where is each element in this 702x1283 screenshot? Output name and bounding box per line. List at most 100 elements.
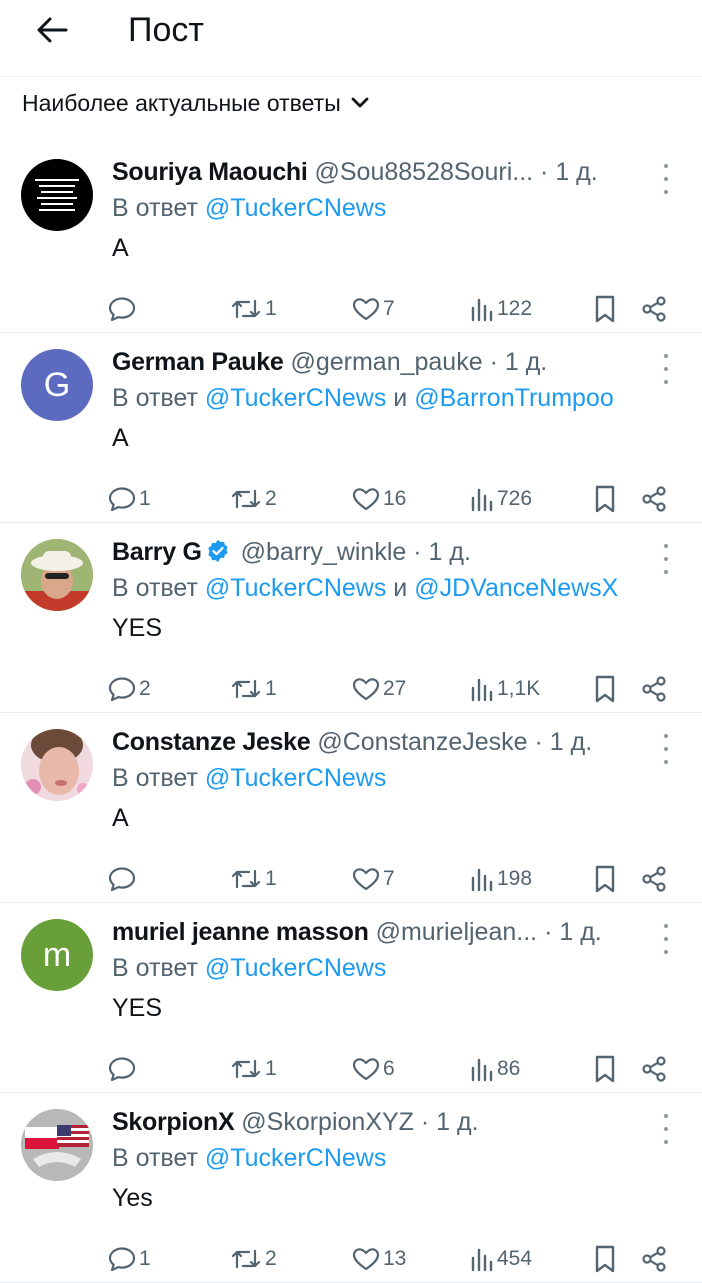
post-time[interactable]: 1 д. (429, 538, 471, 566)
share-button[interactable] (640, 1052, 668, 1086)
views-icon (470, 676, 494, 702)
views-button[interactable]: 1,1K (470, 672, 540, 706)
author-handle[interactable]: @Sou88528Souri... (315, 158, 534, 186)
avatar[interactable] (21, 1109, 93, 1181)
reply-post[interactable]: Constanze Jeske @ConstanzeJeske · 1 д. В… (0, 712, 702, 903)
post-time[interactable]: 1 д. (555, 158, 597, 186)
repost-button[interactable]: 1 (230, 672, 277, 706)
reply-post[interactable]: Barry G @barry_winkle · 1 д. В ответ @Tu… (0, 522, 702, 713)
bookmark-button[interactable] (594, 1242, 616, 1276)
views-icon (470, 1056, 494, 1082)
author-handle[interactable]: @SkorpionXYZ (241, 1108, 414, 1136)
views-button[interactable]: 86 (470, 1052, 520, 1086)
reply-post[interactable]: Souriya Maouchi @Sou88528Souri... · 1 д.… (0, 142, 702, 333)
like-button[interactable]: 13 (352, 1242, 406, 1276)
avatar[interactable] (21, 729, 93, 801)
like-button[interactable]: 27 (352, 672, 406, 706)
author-handle[interactable]: @ConstanzeJeske (317, 728, 527, 756)
views-button[interactable]: 198 (470, 862, 532, 896)
mention-link[interactable]: @TuckerCNews (205, 764, 386, 792)
bookmark-button[interactable] (594, 862, 616, 896)
mention-link[interactable]: @TuckerCNews (205, 384, 386, 412)
reply-count: 1 (139, 487, 151, 510)
reply-icon (108, 676, 136, 702)
share-button[interactable] (640, 292, 668, 326)
reply-count: 2 (139, 677, 151, 700)
share-icon (640, 485, 668, 513)
share-button[interactable] (640, 672, 668, 706)
more-options-icon[interactable] (656, 354, 676, 384)
repost-button[interactable]: 1 (230, 292, 277, 326)
mention-link[interactable]: @TuckerCNews (205, 1144, 386, 1172)
post-header: SkorpionX @SkorpionXYZ · 1 д. (112, 1105, 652, 1139)
reply-button[interactable] (108, 862, 139, 896)
back-button[interactable] (30, 8, 74, 52)
avatar[interactable]: G (21, 349, 93, 421)
post-time[interactable]: 1 д. (436, 1108, 478, 1136)
bookmark-button[interactable] (594, 482, 616, 516)
author-name[interactable]: Barry G (112, 538, 202, 566)
author-name[interactable]: SkorpionX (112, 1108, 235, 1136)
avatar-photo (21, 539, 93, 611)
mention-link[interactable]: @JDVanceNewsX (414, 574, 618, 602)
sort-dropdown[interactable]: Наиболее актуальные ответы (22, 86, 369, 120)
bookmark-button[interactable] (594, 1052, 616, 1086)
views-button[interactable]: 454 (470, 1242, 532, 1276)
views-button[interactable]: 122 (470, 292, 532, 326)
separator-dot: · (489, 348, 498, 376)
post-time[interactable]: 1 д. (550, 728, 592, 756)
reply-count: 1 (139, 1247, 151, 1270)
like-button[interactable]: 6 (352, 1052, 395, 1086)
reply-post[interactable]: SkorpionX @SkorpionXYZ · 1 д. В ответ @T… (0, 1092, 702, 1283)
more-options-icon[interactable] (656, 164, 676, 194)
reply-icon (108, 866, 136, 892)
reply-button[interactable]: 1 (108, 482, 151, 516)
post-time[interactable]: 1 д. (505, 348, 547, 376)
avatar[interactable] (21, 539, 93, 611)
bookmark-button[interactable] (594, 292, 616, 326)
like-count: 27 (383, 677, 407, 700)
mention-link[interactable]: @TuckerCNews (205, 954, 386, 982)
repost-button[interactable]: 1 (230, 862, 277, 896)
heart-icon (352, 1057, 380, 1081)
avatar[interactable]: m (21, 919, 93, 991)
reply-button[interactable]: 2 (108, 672, 151, 706)
more-options-icon[interactable] (656, 924, 676, 954)
share-button[interactable] (640, 482, 668, 516)
like-button[interactable]: 16 (352, 482, 406, 516)
author-name[interactable]: Souriya Maouchi (112, 158, 308, 186)
share-button[interactable] (640, 862, 668, 896)
views-button[interactable]: 726 (470, 482, 532, 516)
reply-joiner: и (393, 384, 408, 412)
bookmark-button[interactable] (594, 672, 616, 706)
author-name[interactable]: German Pauke (112, 348, 284, 376)
share-button[interactable] (640, 1242, 668, 1276)
repost-button[interactable]: 2 (230, 482, 277, 516)
mention-link[interactable]: @TuckerCNews (205, 574, 386, 602)
reply-post[interactable]: m muriel jeanne masson @murieljean... · … (0, 902, 702, 1093)
reply-button[interactable] (108, 1052, 139, 1086)
reply-post[interactable]: G German Pauke @german_pauke · 1 д. В от… (0, 332, 702, 523)
post-time[interactable]: 1 д. (559, 918, 601, 946)
more-options-icon[interactable] (656, 734, 676, 764)
views-count: 726 (497, 487, 533, 510)
author-name[interactable]: Constanze Jeske (112, 728, 311, 756)
mention-link[interactable]: @BarronTrumpoo (414, 384, 614, 412)
author-name[interactable]: muriel jeanne masson (112, 918, 369, 946)
repost-icon (230, 1057, 262, 1081)
author-handle[interactable]: @barry_winkle (241, 538, 407, 566)
author-handle[interactable]: @german_pauke (290, 348, 482, 376)
repost-count: 1 (265, 677, 277, 700)
more-options-icon[interactable] (656, 544, 676, 574)
like-button[interactable]: 7 (352, 862, 395, 896)
more-options-icon[interactable] (656, 1114, 676, 1144)
repost-button[interactable]: 1 (230, 1052, 277, 1086)
repost-button[interactable]: 2 (230, 1242, 277, 1276)
avatar[interactable] (21, 159, 93, 231)
author-handle[interactable]: @murieljean... (376, 918, 538, 946)
reply-button[interactable] (108, 292, 139, 326)
reply-button[interactable]: 1 (108, 1242, 151, 1276)
reply-prefix: В ответ (112, 954, 198, 982)
like-button[interactable]: 7 (352, 292, 395, 326)
mention-link[interactable]: @TuckerCNews (205, 194, 386, 222)
